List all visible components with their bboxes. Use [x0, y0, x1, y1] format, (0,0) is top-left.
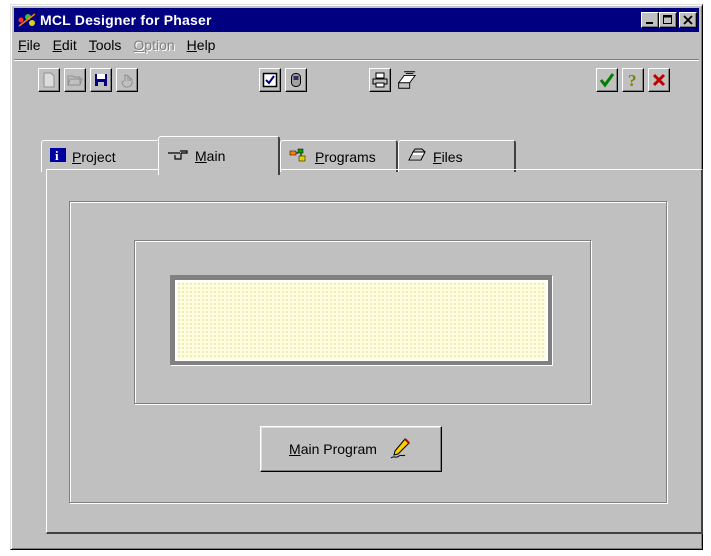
cancel-x-icon[interactable] [648, 68, 670, 92]
tab-main[interactable]: Main [158, 136, 280, 175]
tab-main-label: Main [195, 148, 226, 164]
menu-help[interactable]: Help [183, 37, 224, 53]
main-program-button[interactable]: Main Program [260, 426, 442, 472]
programs-icon [289, 148, 309, 165]
tab-programs[interactable]: Programs [280, 140, 398, 172]
help-question-icon[interactable]: ? [622, 68, 644, 92]
fax-icon[interactable] [395, 68, 417, 92]
main-program-button-label: Main Program [289, 441, 377, 457]
menu-file[interactable]: File [14, 37, 49, 53]
window-title: MCL Designer for Phaser [40, 12, 212, 28]
hand-pointer-icon[interactable] [116, 68, 138, 92]
files-icon [407, 148, 427, 165]
tab-files[interactable]: Files [398, 140, 516, 172]
tab-programs-label: Programs [315, 148, 376, 165]
main-program-display [170, 275, 553, 366]
svg-text:?: ? [628, 72, 637, 88]
save-disk-icon[interactable] [90, 68, 112, 92]
device-icon[interactable] [285, 68, 307, 92]
main-program-display-field [175, 280, 548, 361]
minimize-button[interactable] [641, 12, 659, 28]
maximize-button[interactable] [659, 12, 677, 28]
tab-project[interactable]: i Project [41, 140, 160, 172]
svg-text:i: i [55, 148, 59, 162]
toolbar: ? [14, 59, 699, 104]
printer-icon[interactable] [369, 68, 391, 92]
checkbox-icon[interactable] [259, 68, 281, 92]
title-bar[interactable]: MCL Designer for Phaser [14, 8, 699, 32]
menu-edit[interactable]: Edit [49, 37, 85, 53]
tab-files-label: Files [433, 148, 463, 165]
info-icon: i [50, 148, 66, 165]
menu-bar: File Edit Tools Option Help [14, 34, 699, 56]
tab-project-label: Project [72, 148, 116, 165]
ok-check-icon[interactable] [596, 68, 618, 92]
pointing-hand-icon [167, 148, 189, 164]
app-icon [16, 11, 38, 29]
open-folder-icon[interactable] [64, 68, 86, 92]
new-file-icon[interactable] [38, 68, 60, 92]
pencil-icon [389, 436, 413, 463]
menu-option[interactable]: Option [129, 37, 182, 53]
menu-tools[interactable]: Tools [85, 37, 130, 53]
close-button[interactable] [679, 12, 697, 28]
